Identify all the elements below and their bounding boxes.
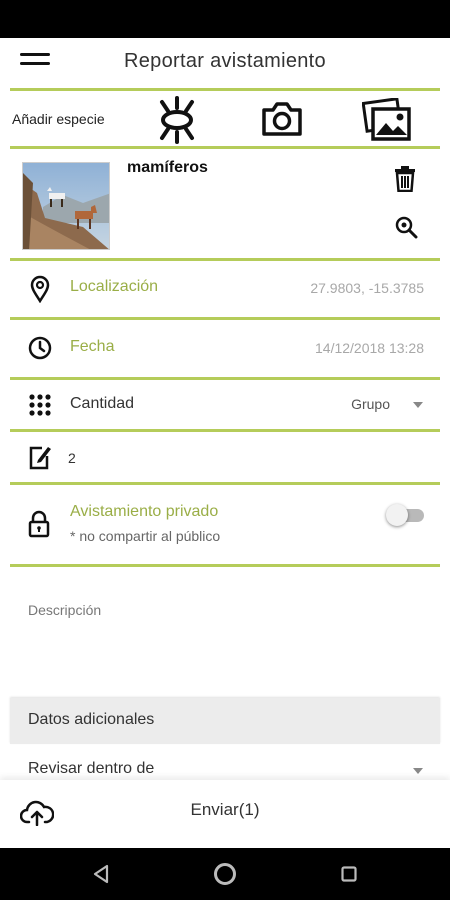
page-title: Reportar avistamiento bbox=[124, 50, 326, 72]
search-icon[interactable] bbox=[394, 215, 418, 239]
location-label[interactable]: Localización bbox=[70, 278, 158, 296]
status-bar bbox=[0, 0, 450, 38]
private-note: * no compartir al público bbox=[70, 528, 221, 544]
date-value[interactable]: 14/12/2018 13:28 bbox=[315, 340, 424, 356]
quantity-select[interactable]: Grupo bbox=[351, 396, 390, 412]
date-label[interactable]: Fecha bbox=[70, 338, 114, 356]
back-triangle-icon[interactable] bbox=[92, 864, 110, 884]
review-label: Revisar dentro de bbox=[28, 760, 155, 777]
private-toggle[interactable] bbox=[386, 504, 426, 526]
location-value[interactable]: 27.9803, -15.3785 bbox=[310, 280, 424, 296]
edit-note-icon bbox=[28, 444, 52, 470]
additional-data-section[interactable]: Datos adicionales bbox=[10, 698, 440, 744]
additional-data-label: Datos adicionales bbox=[28, 711, 155, 728]
app-bar: Reportar avistamiento bbox=[0, 38, 450, 90]
home-circle-icon[interactable] bbox=[213, 862, 237, 886]
description-placeholder: Descripción bbox=[28, 602, 102, 618]
divider bbox=[10, 377, 440, 380]
camera-icon[interactable] bbox=[260, 100, 304, 138]
goats-on-rocks-photo[interactable] bbox=[22, 162, 110, 250]
divider bbox=[10, 146, 440, 149]
send-button[interactable]: Enviar(1) bbox=[0, 800, 450, 820]
review-dropdown[interactable]: Revisar dentro de bbox=[10, 744, 440, 784]
divider bbox=[10, 258, 440, 261]
divider bbox=[10, 564, 440, 567]
divider bbox=[10, 88, 440, 91]
divider bbox=[10, 317, 440, 320]
divider bbox=[10, 482, 440, 485]
recents-square-icon[interactable] bbox=[341, 866, 357, 882]
gallery-icon[interactable] bbox=[361, 97, 412, 142]
system-nav-bar bbox=[0, 848, 450, 900]
chevron-down-icon[interactable] bbox=[413, 768, 423, 774]
species-name: mamíferos bbox=[127, 159, 208, 176]
species-bug-icon[interactable] bbox=[154, 94, 200, 146]
chevron-down-icon[interactable] bbox=[413, 402, 423, 408]
quantity-label: Cantidad bbox=[70, 395, 135, 412]
divider bbox=[10, 429, 440, 432]
location-pin-icon bbox=[30, 275, 50, 304]
dots-grid-icon bbox=[29, 394, 51, 416]
private-label: Avistamiento privado bbox=[70, 503, 219, 520]
add-species-label: Añadir especie bbox=[12, 111, 105, 127]
clock-icon bbox=[28, 336, 52, 360]
lock-icon bbox=[28, 510, 50, 538]
footer-bar: Enviar(1) bbox=[0, 780, 450, 848]
trash-icon[interactable] bbox=[394, 166, 416, 193]
count-field[interactable]: 2 bbox=[68, 450, 76, 466]
app-screen: Reportar avistamiento Añadir especie mam… bbox=[0, 38, 450, 848]
